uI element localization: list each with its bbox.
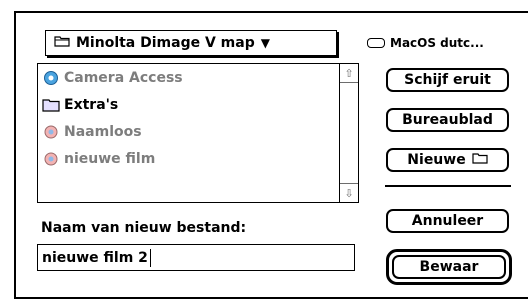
folder-icon — [54, 35, 70, 51]
file-list[interactable]: Camera Access Extra's Naamloos nieuwe fi… — [37, 63, 359, 203]
volume-name: MacOS dutc... — [390, 36, 484, 50]
new-folder-button[interactable]: Nieuwe — [386, 148, 509, 172]
folder-popup-menu[interactable]: Minolta Dimage V map ▼ — [45, 30, 337, 56]
cancel-button-label: Annuleer — [411, 213, 484, 229]
eject-button-label: Schijf eruit — [404, 72, 491, 88]
list-item[interactable]: Camera Access — [38, 64, 338, 91]
cancel-button[interactable]: Annuleer — [386, 209, 509, 233]
vertical-scrollbar[interactable]: ⇧ ⇩ — [339, 64, 358, 202]
folder-popup-label: Minolta Dimage V map — [76, 35, 255, 51]
desktop-button[interactable]: Bureaublad — [386, 108, 509, 132]
list-item[interactable]: Naamloos — [38, 118, 338, 145]
save-prompt-label: Naam van nieuw bestand: — [41, 220, 247, 236]
save-button[interactable]: Bewaar — [392, 255, 506, 279]
filename-value: nieuwe film 2 — [42, 249, 148, 266]
list-item[interactable]: Extra's — [38, 91, 338, 118]
triangle-down-icon: ▼ — [260, 36, 270, 50]
button-divider — [385, 185, 511, 187]
document-icon — [42, 151, 60, 167]
scroll-down-arrow-icon[interactable]: ⇩ — [340, 183, 358, 202]
file-name: nieuwe film — [64, 150, 156, 167]
scroll-up-arrow-icon[interactable]: ⇧ — [340, 64, 358, 83]
file-name: Camera Access — [64, 69, 183, 86]
save-button-label: Bewaar — [419, 259, 479, 275]
file-list-rows: Camera Access Extra's Naamloos nieuwe fi… — [38, 64, 338, 172]
file-name: Naamloos — [64, 123, 142, 140]
document-icon — [42, 124, 60, 140]
folder-icon — [42, 97, 60, 113]
new-folder-icon — [472, 152, 488, 168]
list-item[interactable]: nieuwe film — [38, 145, 338, 172]
filename-input[interactable]: nieuwe film 2 — [37, 244, 355, 271]
eject-button[interactable]: Schijf eruit — [386, 68, 509, 92]
desktop-button-label: Bureaublad — [402, 112, 493, 128]
file-name: Extra's — [64, 96, 119, 113]
volume-label: MacOS dutc... — [367, 34, 484, 52]
application-icon — [42, 70, 60, 86]
text-caret — [149, 248, 151, 267]
new-folder-button-label: Nieuwe — [407, 152, 466, 168]
disk-icon — [367, 38, 385, 48]
